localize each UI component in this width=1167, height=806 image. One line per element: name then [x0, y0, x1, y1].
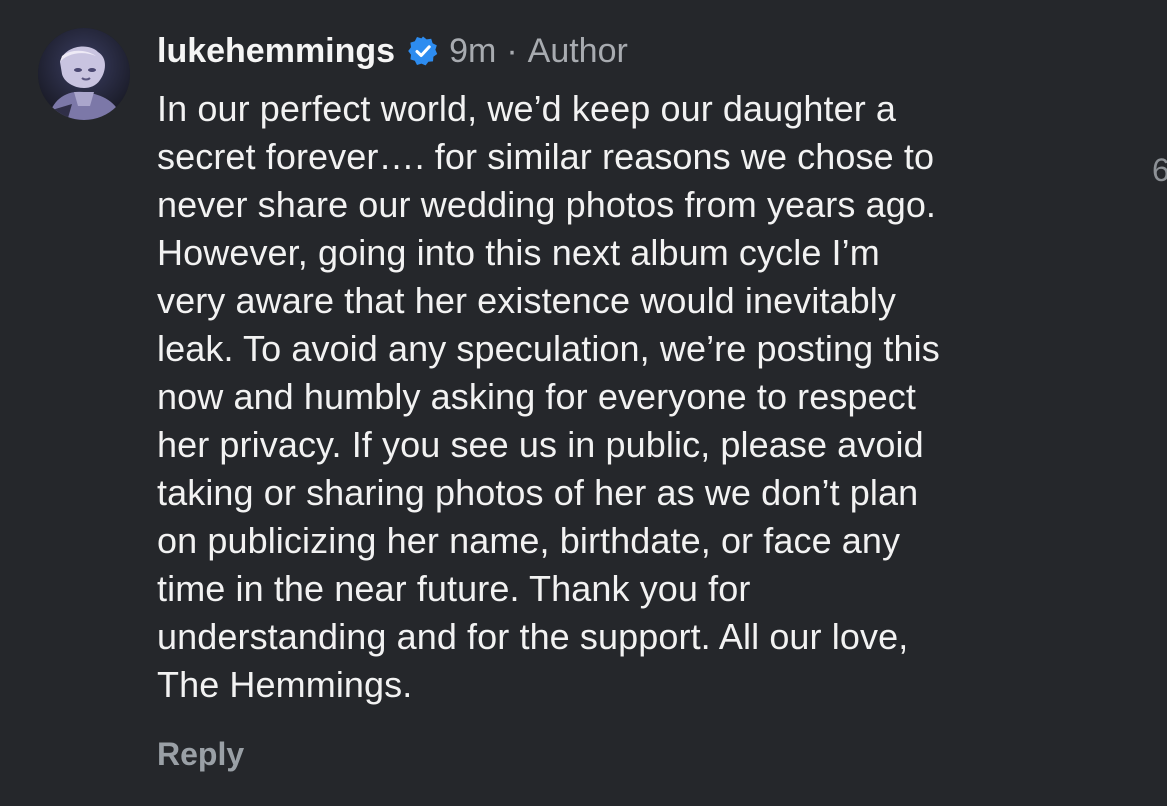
- meta-separator: ·: [506, 32, 518, 70]
- reply-button[interactable]: Reply: [157, 732, 244, 776]
- cutoff-count: 6: [1152, 152, 1167, 188]
- verified-check-icon: [407, 35, 439, 67]
- user-avatar[interactable]: [38, 28, 130, 120]
- author-badge: Author: [527, 32, 628, 70]
- avatar-image: [38, 28, 130, 120]
- comment-header: lukehemmings 9m · Author: [157, 26, 1147, 76]
- comment-content: lukehemmings 9m · Author In our perfect …: [157, 26, 1147, 709]
- username[interactable]: lukehemmings: [157, 26, 395, 76]
- comment: lukehemmings 9m · Author In our perfect …: [0, 0, 1167, 806]
- comment-text: In our perfect world, we’d keep our daug…: [157, 88, 940, 705]
- comment-timestamp: 9m: [449, 32, 497, 70]
